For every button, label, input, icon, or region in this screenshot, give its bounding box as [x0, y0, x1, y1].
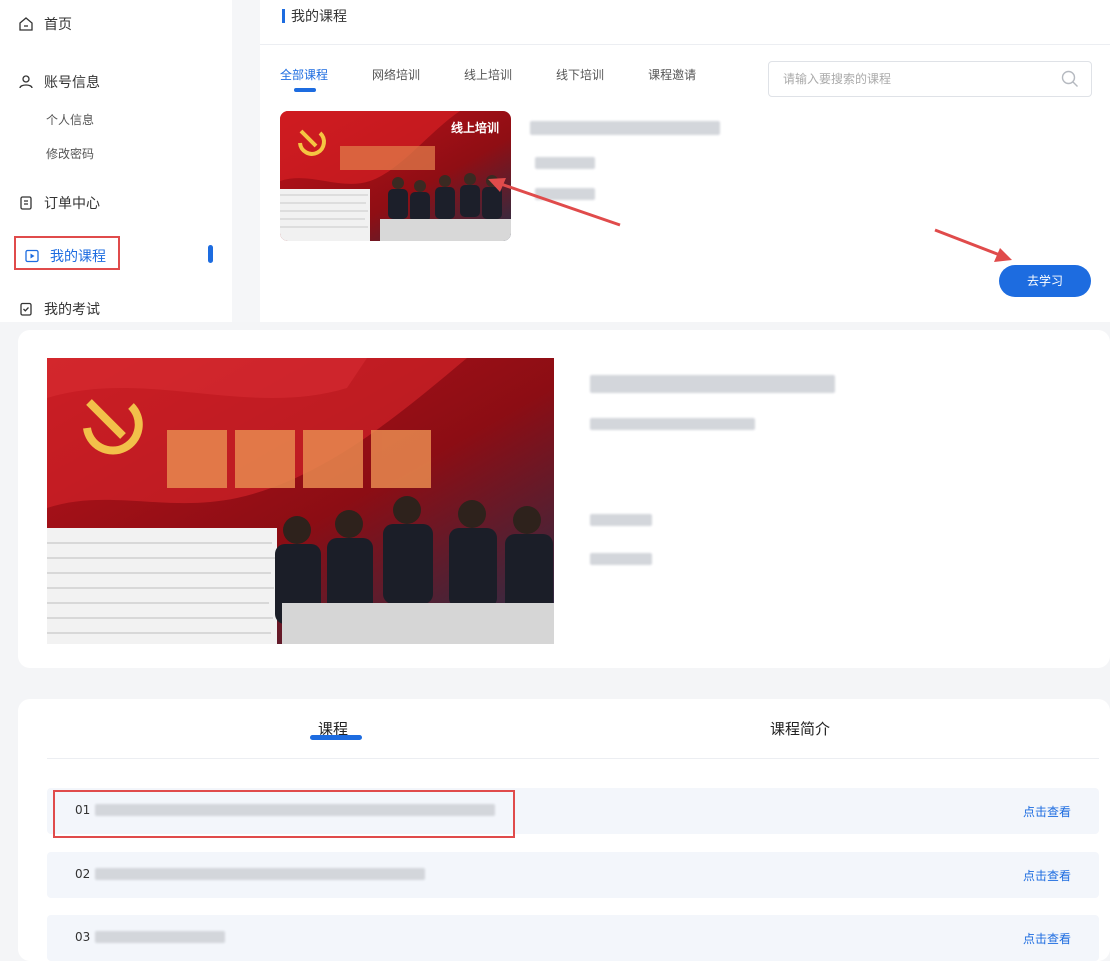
view-lesson-link[interactable]: 点击查看 — [1023, 867, 1071, 884]
user-icon — [19, 75, 33, 89]
detail-teacher-blurred — [590, 514, 652, 526]
search-input[interactable] — [769, 62, 1039, 96]
search-box — [768, 61, 1092, 97]
course-type-badge: 线上培训 — [450, 121, 499, 135]
tab-online-training[interactable]: 线上培训 — [464, 66, 512, 83]
lesson-title-blurred — [95, 931, 225, 943]
tab-network-training[interactable]: 网络培训 — [372, 66, 420, 83]
sidebar-subitem-profile[interactable]: 个人信息 — [46, 111, 94, 128]
search-icon[interactable] — [1061, 70, 1079, 88]
course-detail-cover — [47, 358, 554, 644]
detail-duration-blurred — [590, 553, 652, 565]
lesson-row[interactable]: 03 点击查看 — [47, 915, 1099, 961]
sidebar-item-label: 账号信息 — [44, 75, 100, 91]
page-title-text: 我的课程 — [291, 9, 347, 25]
active-indicator — [208, 245, 213, 263]
tab-underline — [310, 735, 362, 740]
divider — [260, 44, 1110, 45]
tab-course-invitations[interactable]: 课程邀请 — [648, 66, 696, 83]
sidebar-item-orders[interactable]: 订单中心 — [18, 193, 100, 213]
sidebar-item-account[interactable]: 账号信息 — [18, 72, 100, 92]
title-accent-bar — [282, 9, 285, 23]
highlight-box — [14, 236, 120, 270]
lesson-row[interactable]: 02 点击查看 — [47, 852, 1099, 898]
course-title-blurred — [530, 121, 720, 135]
home-icon — [19, 17, 33, 31]
lesson-number: 03 — [75, 930, 91, 944]
detail-subtitle-blurred — [590, 418, 755, 430]
annotation-arrow-icon — [934, 228, 1012, 262]
lesson-number: 02 — [75, 867, 91, 881]
sidebar-item-label: 订单中心 — [44, 196, 100, 212]
exam-icon — [20, 302, 32, 316]
detail-title-blurred — [590, 375, 835, 393]
lesson-title-blurred — [95, 868, 425, 880]
sidebar: 首页 账号信息 个人信息 修改密码 订单中心 我的课程 我的考试 — [0, 0, 232, 322]
tab-offline-training[interactable]: 线下培训 — [556, 66, 604, 83]
sidebar-item-home[interactable]: 首页 — [18, 14, 72, 34]
view-lesson-link[interactable]: 点击查看 — [1023, 930, 1071, 947]
order-icon — [20, 196, 32, 210]
highlight-box — [53, 790, 515, 838]
page-title: 我的课程 — [282, 6, 347, 26]
view-lesson-link[interactable]: 点击查看 — [1023, 803, 1071, 820]
sidebar-item-label: 我的考试 — [44, 302, 100, 318]
annotation-arrow-icon — [488, 178, 621, 227]
sidebar-item-exams[interactable]: 我的考试 — [18, 299, 100, 319]
course-list-panel: 首页 账号信息 个人信息 修改密码 订单中心 我的课程 我的考试 我的课程 全部… — [0, 0, 1110, 322]
main-content: 我的课程 全部课程 网络培训 线上培训 线下培训 课程邀请 请输入要搜索的课程 … — [260, 0, 1110, 322]
tab-all-courses[interactable]: 全部课程 — [280, 66, 328, 92]
sidebar-gutter — [232, 0, 260, 322]
course-cover-image — [47, 358, 554, 644]
sidebar-item-label: 首页 — [44, 17, 72, 33]
divider — [47, 758, 1099, 759]
sidebar-subitem-password[interactable]: 修改密码 — [46, 145, 94, 162]
go-study-button[interactable]: 去学习 — [999, 265, 1091, 297]
tab-course-intro[interactable]: 课程简介 — [770, 718, 830, 739]
course-teacher-blurred — [535, 157, 595, 169]
course-tabs: 全部课程 网络培训 线上培训 线下培训 课程邀请 — [280, 66, 740, 92]
